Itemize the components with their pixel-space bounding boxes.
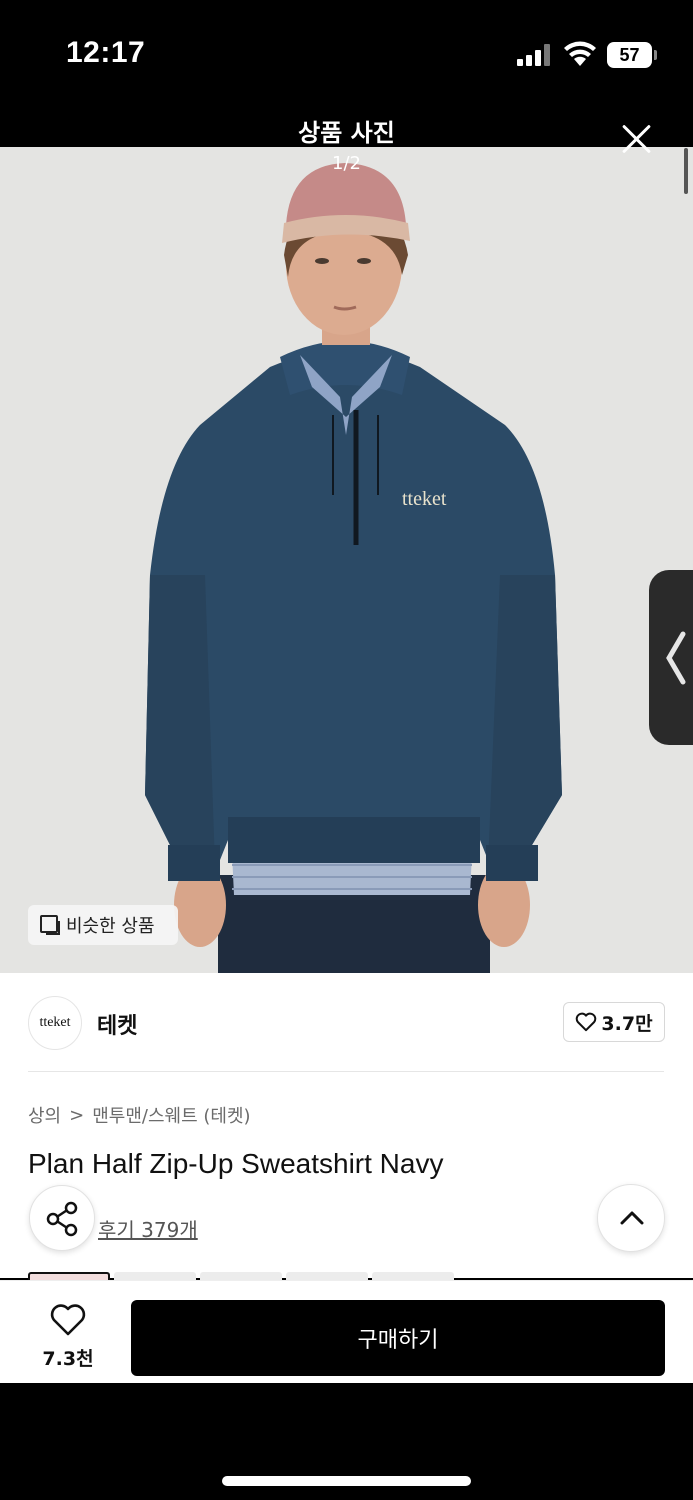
similar-products-button[interactable]: 비슷한 상품: [28, 905, 178, 945]
wifi-icon: [564, 41, 596, 66]
wishlist-count: 7.3천: [42, 1348, 94, 1370]
thumbnail-item[interactable]: [372, 1272, 454, 1280]
thumbnail-strip: [28, 1272, 454, 1280]
battery-icon: 57: [607, 42, 657, 68]
brand-like-button[interactable]: 3.7만: [563, 1002, 665, 1042]
chevron-left-icon: [666, 631, 686, 685]
model-illustration: tteket: [145, 163, 562, 973]
heart-icon: [576, 1012, 597, 1032]
product-title: Plan Half Zip-Up Sweatshirt Navy: [28, 1148, 444, 1179]
status-clock: 12:17: [66, 36, 146, 69]
share-button[interactable]: [29, 1185, 95, 1251]
scroll-to-top-button[interactable]: [597, 1184, 665, 1252]
chest-logo-text: tteket: [402, 488, 447, 510]
thumbnail-item[interactable]: [200, 1272, 282, 1280]
similar-items-icon: [40, 915, 60, 935]
chevron-up-icon: [620, 1211, 644, 1225]
viewer-title: 상품 사진: [298, 119, 395, 147]
brand-logo-text: tteket: [39, 1015, 71, 1030]
breadcrumb-category[interactable]: 상의: [28, 1102, 61, 1128]
breadcrumb-subcategory[interactable]: 맨투맨/스웨트 (테켓): [92, 1102, 250, 1128]
thumbnail-item[interactable]: [286, 1272, 368, 1280]
viewer-counter: 1/2: [332, 153, 361, 174]
status-bar: 12:17 57: [0, 0, 693, 105]
breadcrumb-separator: >: [69, 1104, 85, 1126]
product-photo[interactable]: tteket 상품 사진 1/2: [0, 105, 693, 973]
thumbnail-item[interactable]: [114, 1272, 196, 1280]
close-icon[interactable]: [616, 118, 656, 158]
side-panel-handle[interactable]: [649, 570, 693, 745]
wishlist-button[interactable]: 7.3천: [28, 1300, 108, 1370]
cellular-signal-icon: [517, 44, 553, 66]
divider: [28, 1071, 664, 1072]
brand-like-count: 3.7만: [601, 1012, 653, 1035]
share-icon: [46, 1201, 78, 1237]
reviews-link[interactable]: 후기 379개: [98, 1214, 198, 1243]
similar-products-label: 비슷한 상품: [66, 916, 155, 937]
heart-icon: [50, 1304, 86, 1336]
buy-button[interactable]: 구매하기: [131, 1300, 665, 1376]
thumbnail-item[interactable]: [28, 1272, 110, 1280]
battery-level: 57: [607, 42, 652, 68]
brand-name[interactable]: 테켓: [97, 1008, 137, 1040]
breadcrumb: 상의 > 맨투맨/스웨트 (테켓): [28, 1102, 251, 1128]
scroll-thumb[interactable]: [684, 148, 688, 194]
brand-logo[interactable]: tteket: [28, 996, 82, 1050]
home-indicator[interactable]: [222, 1476, 471, 1486]
